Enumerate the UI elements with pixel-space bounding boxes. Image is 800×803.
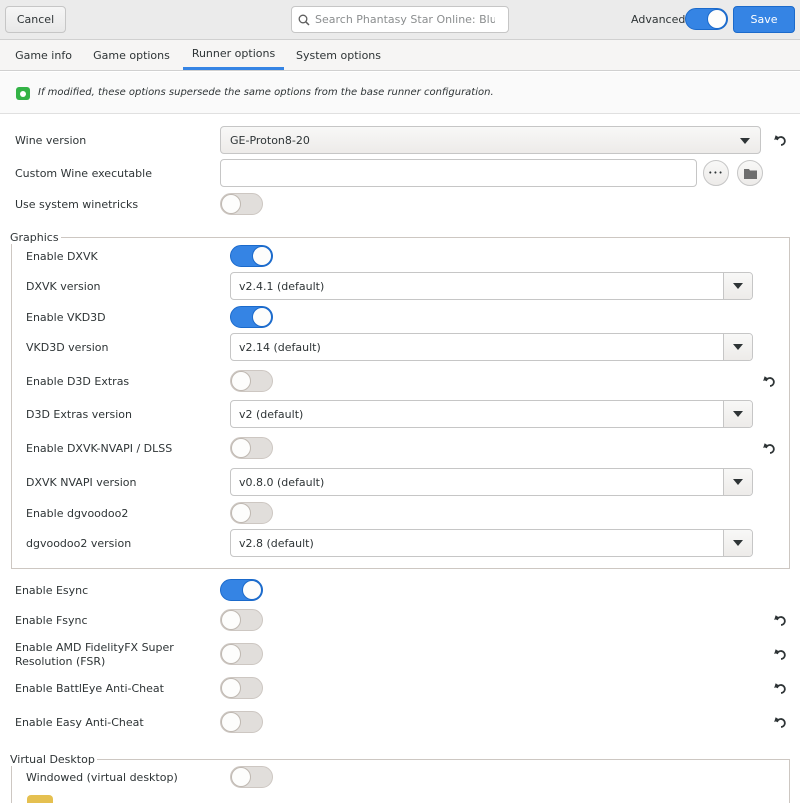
fsync-label: Enable Fsync: [15, 614, 88, 627]
d3d-extras-version-value: v2 (default): [239, 407, 304, 421]
info-icon: [16, 87, 30, 100]
tab-game-options[interactable]: Game options: [87, 40, 176, 71]
reset-icon[interactable]: [774, 614, 788, 628]
fsr-toggle[interactable]: [220, 643, 263, 665]
chevron-down-icon[interactable]: [723, 530, 752, 556]
search-icon: [298, 14, 310, 26]
chevron-down-icon[interactable]: [723, 469, 752, 495]
dgvoodoo2-version-select[interactable]: v2.8 (default): [230, 529, 753, 557]
reset-icon[interactable]: [763, 375, 777, 389]
d3d-extras-version-select[interactable]: v2 (default): [230, 400, 753, 428]
wine-version-value: GE-Proton8-20: [230, 133, 310, 147]
vkd3d-version-value: v2.14 (default): [239, 340, 321, 354]
enable-nvapi-label: Enable DXVK-NVAPI / DLSS: [26, 442, 173, 455]
dxvk-version-label: DXVK version: [26, 280, 101, 293]
windowed-label: Windowed (virtual desktop): [26, 771, 178, 784]
enable-nvapi-toggle[interactable]: [230, 437, 273, 459]
header-bar: Cancel Advanced Save: [0, 0, 800, 40]
custom-wine-exe-input[interactable]: [220, 159, 697, 187]
esync-toggle[interactable]: [220, 579, 263, 601]
info-bar: If modified, these options supersede the…: [0, 72, 800, 114]
enable-dxvk-toggle[interactable]: [230, 245, 273, 267]
battleye-label: Enable BattlEye Anti-Cheat: [15, 682, 164, 695]
info-text: If modified, these options supersede the…: [38, 87, 494, 98]
browse-more-button[interactable]: •••: [703, 160, 729, 186]
advanced-toggle[interactable]: [685, 8, 728, 30]
fsync-toggle[interactable]: [220, 609, 263, 631]
dgvoodoo2-version-value: v2.8 (default): [239, 536, 314, 550]
search-input[interactable]: [315, 13, 495, 26]
enable-vkd3d-toggle[interactable]: [230, 306, 273, 328]
enable-dxvk-label: Enable DXVK: [26, 250, 98, 263]
winetricks-label: Use system winetricks: [15, 198, 139, 211]
cancel-button[interactable]: Cancel: [5, 6, 66, 33]
windowed-toggle[interactable]: [230, 766, 273, 788]
winetricks-toggle[interactable]: [220, 193, 263, 215]
custom-wine-exe-label: Custom Wine executable: [15, 167, 152, 180]
dgvoodoo2-version-label: dgvoodoo2 version: [26, 537, 132, 550]
wine-version-select[interactable]: GE-Proton8-20: [220, 126, 761, 154]
enable-vkd3d-label: Enable VKD3D: [26, 311, 106, 324]
enable-d3d-extras-label: Enable D3D Extras: [26, 375, 130, 388]
folder-button[interactable]: [737, 160, 763, 186]
tab-game-info[interactable]: Game info: [6, 40, 81, 71]
eac-toggle[interactable]: [220, 711, 263, 733]
enable-dgvoodoo2-toggle[interactable]: [230, 502, 273, 524]
nvapi-version-value: v0.8.0 (default): [239, 475, 325, 489]
fsr-label-line1: Enable AMD FidelityFX Super: [15, 641, 174, 654]
esync-label: Enable Esync: [15, 584, 89, 597]
vkd3d-version-select[interactable]: v2.14 (default): [230, 333, 753, 361]
reset-icon[interactable]: [774, 682, 788, 696]
chevron-down-icon[interactable]: [723, 334, 752, 360]
fsr-label-line2: Resolution (FSR): [15, 655, 106, 668]
search-box[interactable]: [291, 6, 509, 33]
chevron-down-icon[interactable]: [723, 401, 752, 427]
tab-system-options[interactable]: System options: [290, 40, 387, 71]
d3d-extras-version-label: D3D Extras version: [26, 408, 132, 421]
dxvk-version-select[interactable]: v2.4.1 (default): [230, 272, 753, 300]
reset-icon[interactable]: [774, 648, 788, 662]
reset-icon[interactable]: [763, 442, 777, 456]
tab-runner-options[interactable]: Runner options: [183, 40, 284, 70]
enable-d3d-extras-toggle[interactable]: [230, 370, 273, 392]
chevron-down-icon[interactable]: [723, 273, 752, 299]
nvapi-version-select[interactable]: v0.8.0 (default): [230, 468, 753, 496]
reset-icon[interactable]: [774, 716, 788, 730]
nvapi-version-label: DXVK NVAPI version: [26, 476, 137, 489]
warning-icon: [27, 795, 53, 803]
battleye-toggle[interactable]: [220, 677, 263, 699]
virtual-desktop-frame-title: Virtual Desktop: [10, 753, 97, 766]
folder-icon: [743, 168, 757, 179]
wine-version-label: Wine version: [15, 134, 87, 147]
eac-label: Enable Easy Anti-Cheat: [15, 716, 144, 729]
advanced-label: Advanced: [631, 13, 686, 26]
reset-icon[interactable]: [774, 134, 788, 148]
dxvk-version-value: v2.4.1 (default): [239, 279, 325, 293]
more-icon: •••: [708, 169, 724, 177]
graphics-frame-title: Graphics: [10, 231, 61, 244]
enable-dgvoodoo2-label: Enable dgvoodoo2: [26, 507, 129, 520]
vkd3d-version-label: VKD3D version: [26, 341, 109, 354]
chevron-down-icon: [740, 138, 750, 144]
tab-bar: Game info Game options Runner options Sy…: [0, 40, 800, 71]
save-button[interactable]: Save: [733, 6, 795, 33]
